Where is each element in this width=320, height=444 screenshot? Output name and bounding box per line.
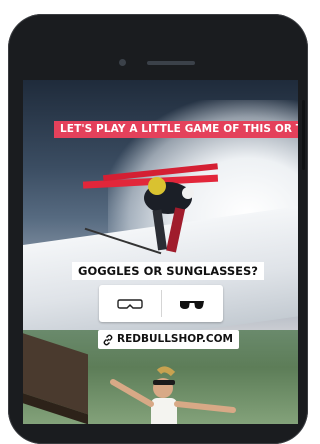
story-screen[interactable]: LET'S PLAY A LITTLE GAME OF THIS OR THAT… (23, 80, 298, 424)
jumping-person-illustration (110, 366, 236, 424)
prompt-banner: LET'S PLAY A LITTLE GAME OF THIS OR THAT… (54, 121, 298, 138)
link-sticker[interactable]: REDBULLSHOP.COM (98, 330, 239, 349)
link-sticker-text: REDBULLSHOP.COM (117, 333, 233, 345)
poll-question: GOGGLES OR SUNGLASSES? (72, 262, 264, 280)
link-icon (103, 334, 113, 345)
poll-option-goggles[interactable] (99, 285, 161, 322)
goggles-icon (117, 298, 143, 309)
side-button (302, 100, 305, 170)
earpiece-speaker (147, 61, 195, 65)
poll-sticker (99, 285, 223, 322)
front-camera (119, 59, 126, 66)
sunglasses-icon (180, 300, 205, 309)
poll-option-sunglasses[interactable] (162, 285, 224, 322)
